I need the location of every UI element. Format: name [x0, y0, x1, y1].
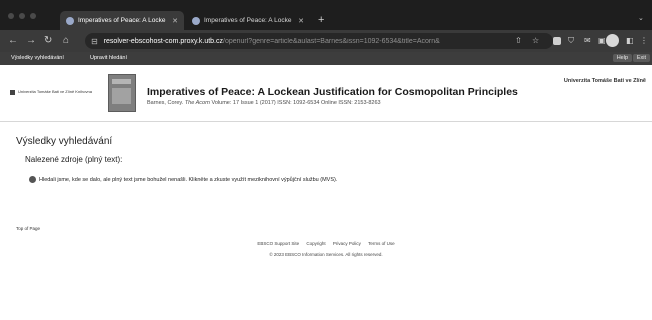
journal-cover-image	[108, 74, 136, 112]
footer-links: EBSCO Support Site Copyright Privacy Pol…	[0, 241, 652, 246]
address-bar[interactable]: ⊟ resolver-ebscohost-com.proxy.k.utb.cz …	[85, 33, 553, 49]
library-logo[interactable]: Univerzita Tomáše Bati ve Zlíně Knihovna	[10, 89, 100, 95]
reload-icon[interactable]: ↻	[44, 35, 52, 47]
ebsco-toolbar: Výsledky vyhledávání Upravit hledání Hel…	[0, 52, 652, 65]
exit-button[interactable]: Exit	[632, 54, 650, 62]
privacy-policy-link[interactable]: Privacy Policy	[333, 241, 361, 246]
home-icon[interactable]: ⌂	[63, 35, 69, 47]
profile-avatar[interactable]	[606, 34, 619, 47]
top-of-page-link[interactable]: Top of Page	[16, 226, 40, 231]
shield-icon[interactable]: ⛉	[568, 36, 574, 46]
support-site-link[interactable]: EBSCO Support Site	[257, 241, 299, 246]
library-logo-text: Univerzita Tomáše Bati ve Zlíně Knihovna	[18, 89, 92, 94]
section-subtitle: Nalezené zdroje (plný text):	[25, 155, 123, 164]
zoom-window-icon[interactable]	[30, 13, 36, 19]
close-window-icon[interactable]	[8, 13, 14, 19]
library-logo-icon	[10, 90, 15, 95]
copyright-text: © 2023 EBSCO Information Services. All r…	[269, 252, 383, 257]
page-title: Výsledky vyhledávání	[16, 136, 113, 147]
article-authors: Barnes, Corey.	[147, 100, 184, 106]
url-path: /openurl?genre=article&aulast=Barnes&iss…	[223, 37, 440, 45]
share-icon[interactable]: ⇧	[515, 36, 522, 46]
mail-icon[interactable]: ✉	[584, 36, 591, 46]
browser-toolbar: ← → ↻ ⌂ ⊟ resolver-ebscohost-com.proxy.k…	[0, 30, 652, 52]
tab-title: Imperatives of Peace: A Locke	[78, 17, 166, 24]
minimize-window-icon[interactable]	[19, 13, 25, 19]
browser-tab[interactable]: Imperatives of Peace: A Locke ✕	[186, 11, 310, 30]
citation-header: Univerzita Tomáše Bati ve Zlíně Knihovna…	[0, 65, 652, 121]
header-divider	[0, 121, 652, 122]
search-results-link[interactable]: Výsledky vyhledávání	[11, 55, 64, 61]
extension-icon[interactable]	[553, 37, 561, 45]
institution-name: Univerzita Tomáše Bati ve Zlíně	[563, 78, 646, 84]
tab-search-icon[interactable]: ⌄	[638, 14, 644, 22]
url-host: resolver-ebscohost-com.proxy.k.utb.cz	[103, 37, 224, 45]
browser-tab-bar: Imperatives of Peace: A Locke ✕ Imperati…	[0, 0, 652, 30]
close-tab-icon[interactable]: ✕	[172, 17, 178, 25]
new-tab-button[interactable]: +	[318, 14, 324, 26]
info-icon	[29, 176, 36, 183]
notice-text[interactable]: Hledali jsme, kde se dalo, ale plný text…	[39, 177, 337, 183]
sidebar-icon[interactable]: ◧	[626, 36, 634, 46]
browser-tab-active[interactable]: Imperatives of Peace: A Locke ✕	[60, 11, 184, 30]
help-button[interactable]: Help	[612, 54, 632, 62]
terms-of-use-link[interactable]: Terms of Use	[368, 241, 395, 246]
menu-icon[interactable]: ⋮	[640, 36, 648, 46]
new-search-link[interactable]: Upravit hledání	[90, 55, 127, 61]
article-citation: Barnes, Corey. The Acorn Volume: 17 Issu…	[147, 100, 381, 106]
back-icon[interactable]: ←	[8, 35, 18, 47]
article-title: Imperatives of Peace: A Lockean Justific…	[147, 86, 518, 98]
no-fulltext-notice: Hledali jsme, kde se dalo, ale plný text…	[29, 176, 337, 183]
site-settings-icon[interactable]: ⊟	[91, 37, 98, 46]
close-tab-icon[interactable]: ✕	[298, 17, 304, 25]
copyright-link[interactable]: Copyright	[306, 241, 325, 246]
page-favicon-icon	[192, 16, 200, 25]
bookmark-star-icon[interactable]: ☆	[532, 36, 539, 46]
forward-icon[interactable]: →	[26, 35, 36, 47]
tab-title: Imperatives of Peace: A Locke	[204, 17, 292, 24]
article-details: Volume: 17 Issue 1 (2017) ISSN: 1092-653…	[211, 100, 381, 106]
article-journal: The Acorn	[184, 100, 210, 106]
page-favicon-icon	[66, 16, 74, 25]
puzzle-icon[interactable]: ▣	[598, 36, 606, 46]
